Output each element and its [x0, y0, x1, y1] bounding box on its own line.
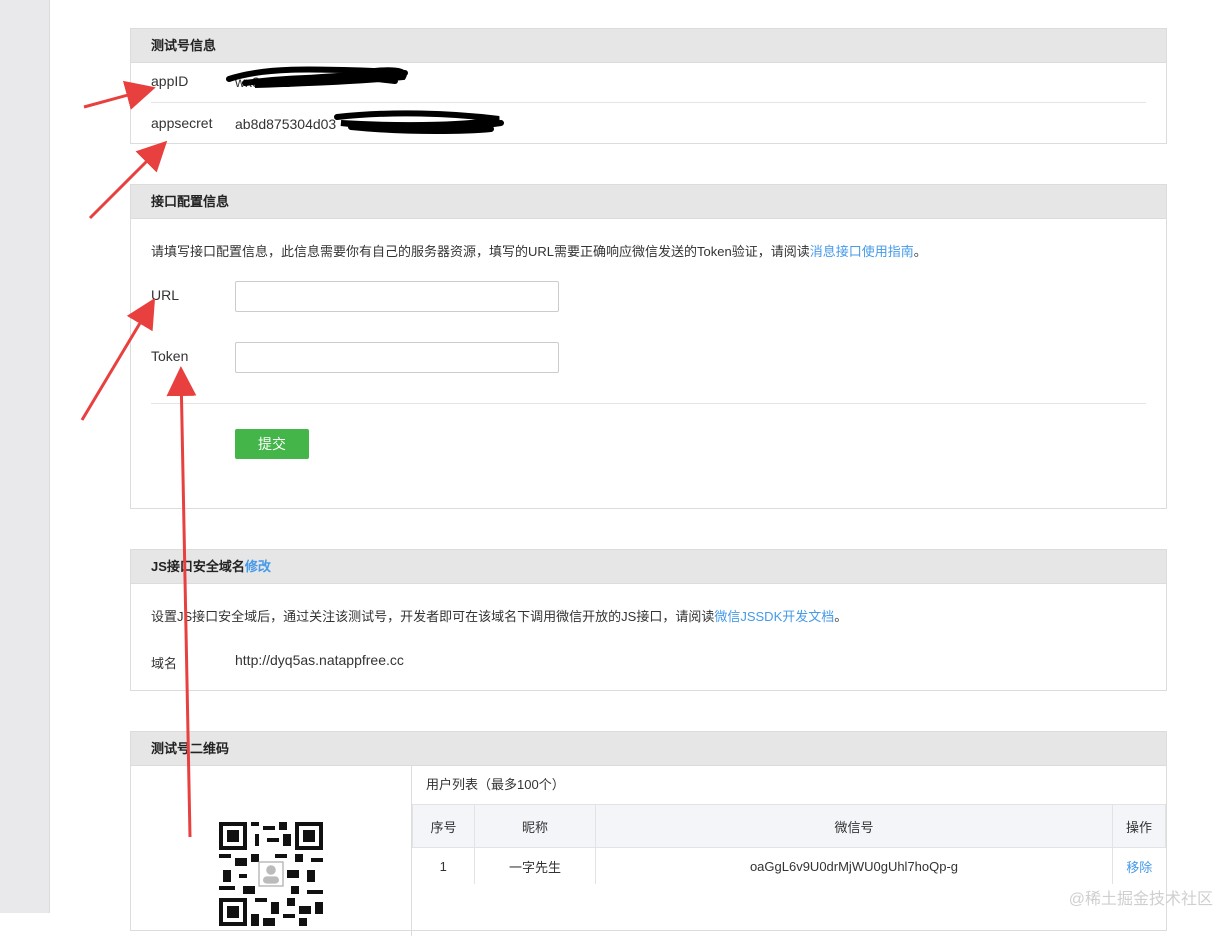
user-table: 序号 昵称 微信号 操作 1 一字先生 oaGgL6v9U0drMjWU0gUh… [412, 805, 1166, 884]
qrcode-title: 测试号二维码 [131, 732, 1166, 766]
url-input[interactable] [235, 281, 559, 312]
appid-label: appID [151, 73, 189, 89]
token-input[interactable] [235, 342, 559, 373]
domain-label: 域名 [151, 656, 178, 671]
domain-value: http://dyq5as.natappfree.cc [235, 652, 404, 668]
edit-domain-link[interactable]: 修改 [245, 559, 271, 574]
interface-config-panel: 接口配置信息 请填写接口配置信息，此信息需要你有自己的服务器资源，填写的URL需… [130, 184, 1167, 509]
cell-index: 1 [439, 858, 447, 874]
token-label: Token [151, 348, 189, 364]
appsecret-label: appsecret [151, 115, 213, 131]
qrcode-panel: 测试号二维码 用户列表（最多100个） 序号 昵称 微信号 操作 1 一字先生 … [130, 731, 1167, 936]
table-row: 1 一字先生 oaGgL6v9U0drMjWU0gUhl7hoQp-g 移除 [413, 847, 1166, 884]
watermark: @稀土掘金技术社区 [1068, 891, 1213, 908]
test-account-panel: 测试号信息 appID wx3c402 appsecret ab8d875304… [130, 28, 1167, 144]
jssdk-doc-link[interactable]: 微信JSSDK开发文档 [714, 609, 834, 624]
left-sidebar [0, 0, 50, 913]
cell-nickname: 一字先生 [474, 847, 596, 884]
desc-text: 请填写接口配置信息，此信息需要你有自己的服务器资源，填写的URL需要正确响应微信… [151, 244, 810, 259]
divider [151, 102, 1146, 103]
js-domain-header: JS接口安全域名修改 [131, 550, 1166, 584]
interface-config-desc: 请填写接口配置信息，此信息需要你有自己的服务器资源，填写的URL需要正确响应微信… [151, 241, 927, 260]
js-domain-desc: 设置JS接口安全域后，通过关注该测试号，开发者即可在该域名下调用微信开放的JS接… [151, 606, 847, 625]
qrcode-area [131, 766, 412, 936]
col-action: 操作 [1112, 805, 1166, 848]
user-list: 用户列表（最多100个） 序号 昵称 微信号 操作 1 一字先生 oaGgL6v… [412, 766, 1166, 884]
cell-wechat-id: oaGgL6v9U0drMjWU0gUhl7hoQp-g [595, 847, 1113, 884]
user-list-title: 用户列表（最多100个） [412, 766, 1166, 805]
interface-config-title: 接口配置信息 [131, 185, 1166, 219]
redaction-scribble [334, 110, 504, 134]
col-nickname: 昵称 [474, 805, 596, 848]
test-account-title: 测试号信息 [131, 29, 1166, 63]
remove-user-link[interactable]: 移除 [1126, 860, 1152, 875]
desc-text: 设置JS接口安全域后，通过关注该测试号，开发者即可在该域名下调用微信开放的JS接… [151, 609, 715, 624]
desc-suffix: 。 [834, 609, 848, 624]
divider [151, 403, 1146, 404]
message-guide-link[interactable]: 消息接口使用指南 [810, 244, 914, 259]
submit-button[interactable]: 提交 [235, 429, 309, 459]
js-domain-title: JS接口安全域名 [151, 559, 245, 574]
redaction-scribble [226, 66, 408, 88]
col-wechat-id: 微信号 [595, 805, 1113, 848]
qrcode-image [219, 822, 323, 926]
url-label: URL [151, 287, 180, 303]
col-index: 序号 [412, 805, 475, 848]
cell-action: 移除 [1112, 847, 1166, 884]
js-domain-panel: JS接口安全域名修改 设置JS接口安全域后，通过关注该测试号，开发者即可在该域名… [130, 549, 1167, 691]
desc-suffix: 。 [913, 244, 927, 259]
appsecret-value: ab8d875304d03 [235, 116, 337, 132]
